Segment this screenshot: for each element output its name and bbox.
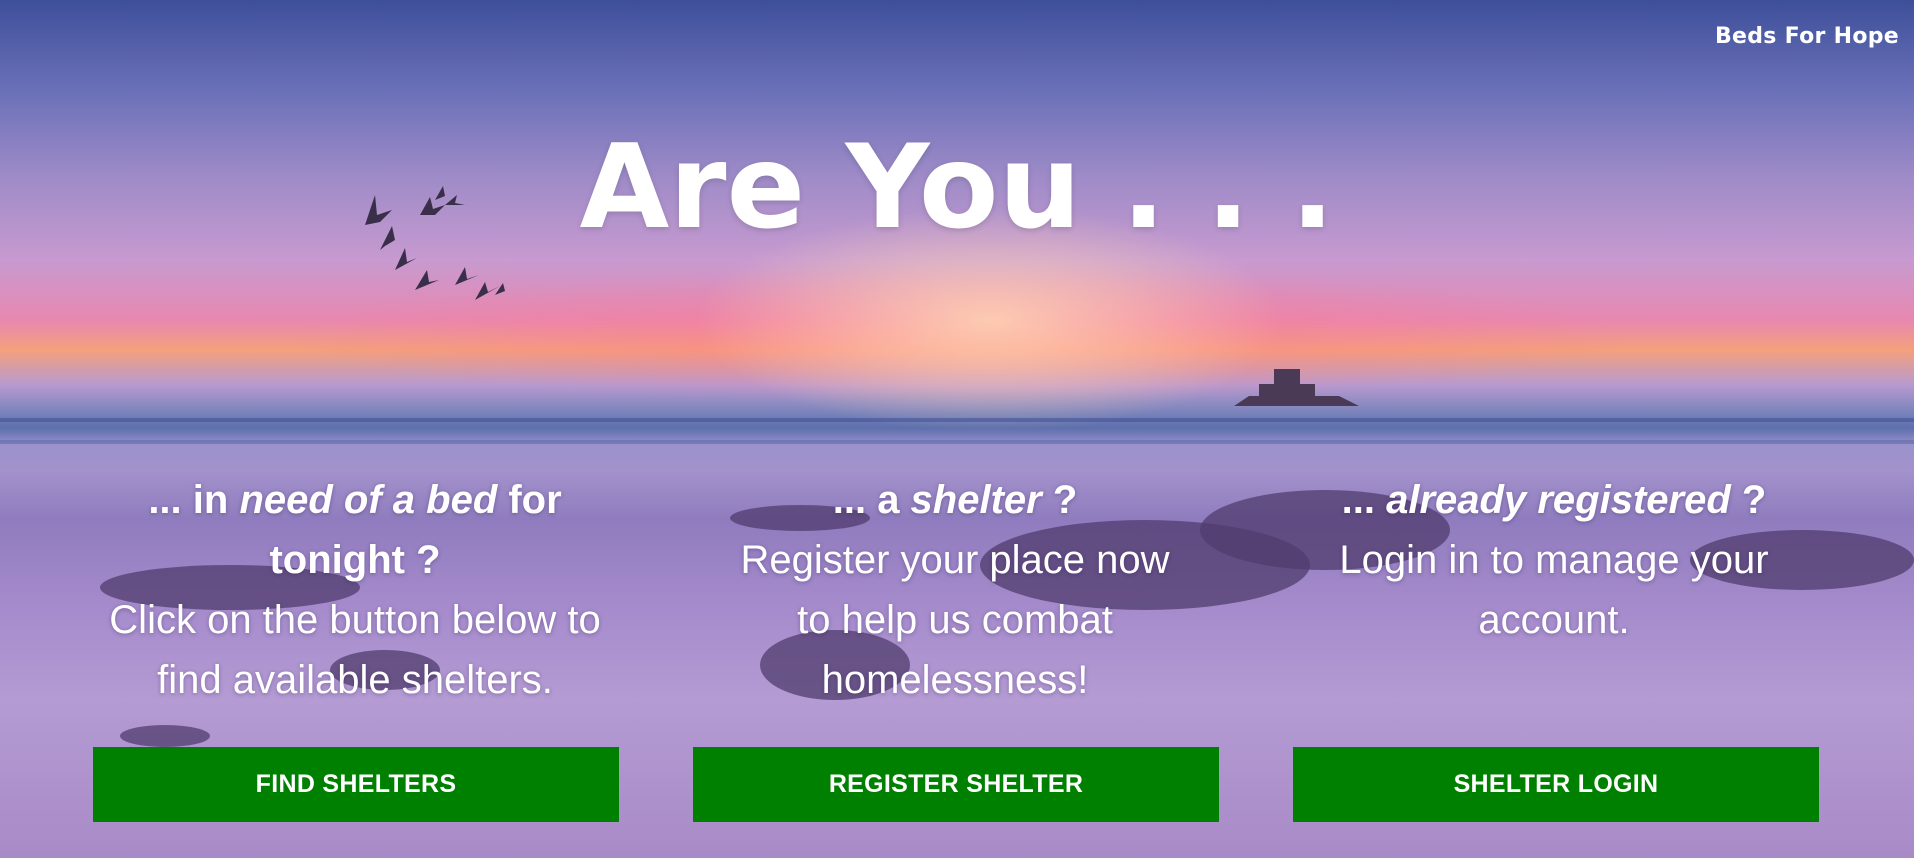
question-emphasis: already registered: [1386, 478, 1731, 522]
question-prefix: ...: [1341, 478, 1387, 522]
column-question: ... a shelter ?: [675, 470, 1235, 530]
column-login: ... already registered ? Login in to man…: [1274, 470, 1834, 650]
column-question: ... in need of a bed for tonight ?: [75, 470, 635, 590]
column-description: Login in to manage your account.: [1339, 538, 1769, 642]
column-find: ... in need of a bed for tonight ? Click…: [75, 470, 635, 710]
column-description: Click on the button below to find availa…: [109, 598, 601, 702]
question-emphasis: need of a bed: [239, 478, 498, 522]
question-emphasis: shelter: [910, 478, 1042, 522]
question-suffix: for: [497, 478, 562, 522]
find-shelters-button[interactable]: FIND SHELTERS: [93, 747, 619, 822]
site-title[interactable]: Beds For Hope: [1715, 24, 1899, 49]
shelter-login-button[interactable]: SHELTER LOGIN: [1293, 747, 1819, 822]
question-suffix: ?: [1730, 478, 1767, 522]
question-line2: tonight ?: [269, 538, 441, 582]
column-register: ... a shelter ? Register your place now …: [675, 470, 1235, 710]
hero-headline: Are You . . .: [579, 120, 1335, 255]
column-description: Register your place now to help us comba…: [740, 538, 1170, 702]
rock: [120, 725, 210, 747]
question-suffix: ?: [1041, 478, 1078, 522]
question-prefix: ... in: [148, 478, 240, 522]
question-prefix: ... a: [832, 478, 911, 522]
horizon-wave: [0, 418, 1914, 422]
column-question: ... already registered ?: [1274, 470, 1834, 530]
horizon-wave: [0, 440, 1914, 444]
castle-silhouette: [1234, 369, 1359, 406]
register-shelter-button[interactable]: REGISTER SHELTER: [693, 747, 1219, 822]
